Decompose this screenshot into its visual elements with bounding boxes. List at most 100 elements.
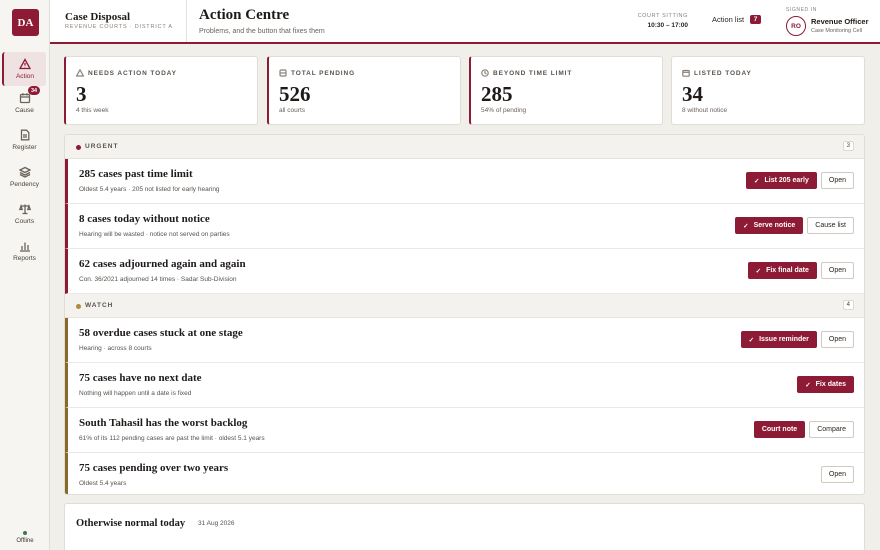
fix-dates-button[interactable]: ✓ Fix dates	[797, 376, 854, 393]
stat-sub: 8 without notice	[682, 107, 728, 114]
app-subtitle: REVENUE COURTS · DISTRICT A	[65, 24, 173, 30]
issue-detail: Oldest 5.4 years	[79, 480, 127, 487]
stat-card-total-pending[interactable]: TOTAL PENDING 526 all courts	[267, 56, 461, 125]
sidebar: DA Action Cause 34 Register Pendency Cou…	[0, 0, 50, 550]
sidebar-item-cause[interactable]: Cause 34	[3, 86, 46, 120]
header-divider	[186, 0, 187, 42]
layers-icon	[18, 166, 31, 178]
open-button[interactable]: Open	[820, 466, 854, 483]
open-button[interactable]: Open	[820, 172, 854, 189]
issue-row: 285 cases past time limit Oldest 5.4 yea…	[65, 159, 864, 204]
stat-sub: 4 this week	[76, 107, 109, 114]
check-icon: ✓	[748, 336, 755, 344]
stat-label: NEEDS ACTION TODAY	[88, 69, 177, 77]
stat-value: 34	[682, 82, 703, 106]
header: Case Disposal REVENUE COURTS · DISTRICT …	[50, 0, 880, 44]
watch-dot	[76, 304, 81, 309]
stat-value: 3	[76, 82, 87, 106]
sidebar-item-label: Pendency	[10, 181, 39, 188]
issue-row: 58 overdue cases stuck at one stage Hear…	[65, 318, 864, 363]
check-icon: ✓	[805, 381, 811, 389]
document-icon	[20, 129, 29, 141]
issue-title: 75 cases pending over two years	[79, 462, 229, 474]
sidebar-item-label: Cause	[15, 107, 34, 114]
group-label: URGENT	[85, 143, 119, 150]
open-button[interactable]: Open	[820, 331, 854, 348]
warning-icon	[76, 69, 84, 77]
group-header-urgent: URGENT 3	[65, 135, 864, 159]
issue-title: 285 cases past time limit	[79, 168, 193, 180]
sidebar-item-action[interactable]: Action	[2, 52, 46, 86]
page-subtitle: Problems, and the button that fixes them	[199, 28, 325, 35]
serve-notice-button[interactable]: ✓ Serve notice	[735, 217, 804, 234]
issue-detail: Con. 36/2021 adjourned 14 times · Sadar …	[79, 276, 237, 283]
issue-detail: 61% of its 112 pending cases are past th…	[79, 435, 265, 442]
sidebar-item-pendency[interactable]: Pendency	[3, 160, 46, 194]
issue-detail: Oldest 5.4 years · 205 not listed for ea…	[79, 186, 220, 193]
bar-chart-icon	[19, 242, 30, 252]
issue-reminder-button[interactable]: ✓ Issue reminder	[740, 331, 817, 348]
status-dot	[23, 531, 27, 535]
app-title: Case Disposal	[65, 11, 131, 23]
normal-panel: Otherwise normal today 31 Aug 2026	[64, 503, 865, 550]
issue-row: South Tahasil has the worst backlog 61% …	[65, 408, 864, 453]
check-icon: ✓	[754, 177, 760, 185]
app-logo: DA	[12, 9, 39, 36]
urgent-dot	[76, 145, 81, 150]
signed-in-label: SIGNED IN	[786, 7, 817, 13]
layers-icon	[279, 69, 287, 77]
stat-label: BEYOND TIME LIMIT	[493, 69, 573, 77]
stat-sub: 54% of pending	[481, 107, 527, 114]
normal-title: Otherwise normal today	[76, 518, 186, 529]
clock-icon	[481, 69, 489, 77]
issue-detail: Nothing will happen until a date is fixe…	[79, 390, 192, 397]
issue-title: 62 cases adjourned again and again	[79, 258, 246, 270]
page-title: Action Centre	[199, 7, 290, 23]
sidebar-item-label: Reports	[13, 255, 36, 262]
sidebar-item-label: Courts	[14, 218, 35, 225]
scales-icon	[18, 203, 31, 215]
issue-title: South Tahasil has the worst backlog	[79, 417, 248, 429]
connection-status-label: Offline	[16, 538, 34, 544]
avatar[interactable]: RO	[786, 16, 806, 36]
issues-panel: URGENT 3 285 cases past time limit Oldes…	[64, 134, 865, 495]
sidebar-item-courts[interactable]: Courts	[3, 197, 46, 231]
issue-title: 58 overdue cases stuck at one stage	[79, 327, 243, 339]
fix-final-date-button[interactable]: ✓ Fix final date	[747, 262, 817, 279]
user-role: Case Monitoring Cell	[811, 28, 863, 34]
stat-sub: all courts	[279, 107, 306, 114]
sidebar-item-label: Action	[15, 73, 35, 80]
issue-row: 75 cases have no next date Nothing will …	[65, 363, 864, 408]
issue-detail: Hearing will be wasted · notice not serv…	[79, 231, 230, 238]
check-icon: ✓	[743, 222, 749, 230]
court-sitting-label: COURT SITTING	[637, 13, 688, 19]
user-name: Revenue Officer	[811, 17, 869, 26]
group-header-watch: WATCH 4	[65, 294, 864, 318]
stat-card-beyond-limit[interactable]: BEYOND TIME LIMIT 285 54% of pending	[469, 56, 663, 125]
calendar-icon	[682, 69, 690, 77]
connection-status: Offline	[0, 531, 50, 544]
issue-row: 62 cases adjourned again and again Con. …	[65, 249, 864, 294]
stat-label: TOTAL PENDING	[291, 69, 356, 77]
issue-row: 75 cases pending over two years Oldest 5…	[65, 453, 864, 494]
cause-list-button[interactable]: Cause list	[807, 217, 854, 234]
stat-card-needs-action[interactable]: NEEDS ACTION TODAY 3 4 this week	[64, 56, 258, 125]
stat-value: 526	[279, 82, 311, 106]
sidebar-item-label: Register	[12, 144, 37, 151]
sidebar-item-reports[interactable]: Reports	[3, 234, 46, 268]
normal-date: 31 Aug 2026	[198, 520, 235, 527]
sidebar-item-register[interactable]: Register	[3, 123, 46, 157]
list-early-button[interactable]: ✓ List 205 early	[746, 172, 817, 189]
stat-card-listed-today[interactable]: LISTED TODAY 34 8 without notice	[671, 56, 865, 125]
action-list-count-badge: 7	[750, 15, 762, 24]
group-count: 3	[842, 141, 854, 151]
court-note-button[interactable]: Court note	[753, 421, 806, 438]
compare-button[interactable]: Compare	[809, 421, 854, 438]
action-list-button[interactable]: Action list 7	[712, 15, 762, 24]
issue-row: 8 cases today without notice Hearing wil…	[65, 204, 864, 249]
open-button[interactable]: Open	[820, 262, 854, 279]
check-icon: ✓	[755, 267, 762, 275]
warning-icon	[19, 58, 31, 70]
action-list-label: Action list	[712, 15, 745, 24]
issue-title: 8 cases today without notice	[79, 213, 210, 225]
